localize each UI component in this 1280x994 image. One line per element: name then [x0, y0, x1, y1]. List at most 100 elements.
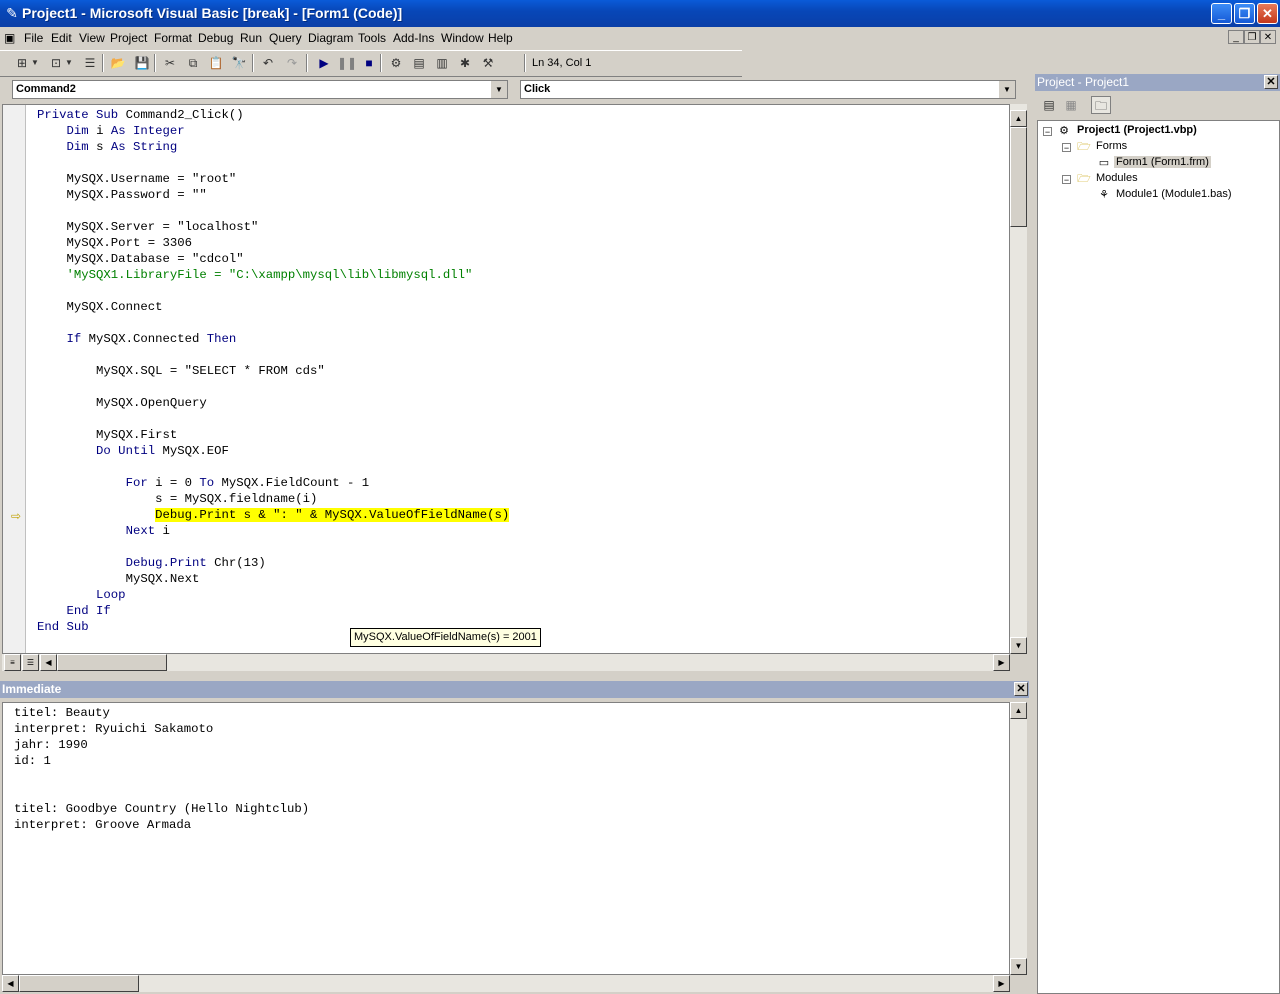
- margin-indicator-bar[interactable]: [3, 105, 26, 653]
- paste-icon[interactable]: 📋: [206, 54, 226, 72]
- find-icon[interactable]: 🔭: [229, 54, 249, 72]
- immediate-line: jahr: 1990: [14, 738, 88, 752]
- menu-edit[interactable]: Edit: [51, 31, 72, 45]
- vb-app-icon[interactable]: ✎: [4, 5, 20, 21]
- code-token: i: [96, 124, 111, 138]
- folder-icon: 🗁: [1077, 141, 1091, 153]
- code-vertical-scrollbar[interactable]: ▲ ▼: [1010, 104, 1027, 654]
- tree-modules-folder[interactable]: Modules: [1096, 172, 1138, 184]
- menu-editor-icon[interactable]: ☰: [80, 54, 100, 72]
- menu-format[interactable]: Format: [154, 31, 192, 45]
- immediate-line: titel: Beauty: [14, 706, 110, 720]
- scroll-up-button[interactable]: ▲: [1010, 110, 1027, 127]
- tree-forms-folder[interactable]: Forms: [1096, 140, 1127, 152]
- chevron-down-icon[interactable]: ▼: [64, 54, 74, 72]
- scroll-down-button[interactable]: ▼: [1010, 958, 1027, 975]
- menu-help[interactable]: Help: [488, 31, 513, 45]
- menu-debug[interactable]: Debug: [198, 31, 233, 45]
- cut-icon[interactable]: ✂: [160, 54, 180, 72]
- menu-tools[interactable]: Tools: [358, 31, 386, 45]
- scroll-right-button[interactable]: ▶: [993, 975, 1010, 992]
- immediate-output[interactable]: titel: Beauty interpret: Ryuichi Sakamoto…: [2, 702, 1010, 975]
- menu-window[interactable]: Window: [441, 31, 484, 45]
- object-browser-icon[interactable]: ✱: [455, 54, 475, 72]
- scroll-left-button[interactable]: ◀: [40, 654, 57, 671]
- code-editor[interactable]: ⇨ Private Sub Command2_Click() Dim i As …: [2, 104, 1010, 654]
- code-line: Debug.Print Chr(13): [37, 555, 266, 571]
- collapse-icon[interactable]: −: [1062, 175, 1071, 185]
- view-object-icon[interactable]: ▦: [1061, 96, 1081, 114]
- code-token: Dim: [66, 124, 97, 138]
- code-token: End If: [66, 604, 111, 618]
- form-icon[interactable]: ▣: [4, 31, 15, 45]
- start-icon[interactable]: ▶: [314, 54, 334, 72]
- chevron-down-icon[interactable]: ▼: [998, 81, 1015, 98]
- menu-run[interactable]: Run: [240, 31, 262, 45]
- redo-icon[interactable]: ↷: [282, 54, 302, 72]
- chevron-down-icon[interactable]: ▼: [490, 81, 507, 98]
- execution-point-arrow-icon: ⇨: [11, 509, 22, 523]
- scroll-left-button[interactable]: ◀: [2, 975, 19, 992]
- add-form-icon[interactable]: ⊡: [46, 54, 66, 72]
- chevron-down-icon[interactable]: ▼: [30, 54, 40, 72]
- scroll-thumb[interactable]: [19, 975, 139, 992]
- save-project-icon[interactable]: 💾: [132, 54, 152, 72]
- code-token: End Sub: [37, 620, 89, 634]
- collapse-icon[interactable]: −: [1043, 127, 1052, 137]
- immediate-line: interpret: Groove Armada: [14, 818, 192, 832]
- scroll-down-button[interactable]: ▼: [1010, 637, 1027, 654]
- data-tip: MySQX.ValueOfFieldName(s) = 2001: [350, 628, 541, 647]
- procedure-combo[interactable]: Click ▼: [520, 80, 1016, 99]
- toggle-folders-icon[interactable]: 🗀: [1091, 96, 1111, 114]
- code-token: MySQX.OpenQuery: [96, 396, 207, 410]
- code-line: MySQX.Server = "localhost": [37, 219, 259, 235]
- code-token: As Integer: [110, 124, 185, 138]
- project-tree[interactable]: − ⚙ Project1 (Project1.vbp) − 🗁 Forms ▭ …: [1037, 120, 1280, 994]
- immediate-horizontal-scrollbar[interactable]: ◀ ▶: [2, 975, 1010, 992]
- procedure-view-button[interactable]: ≡: [4, 654, 21, 671]
- open-project-icon[interactable]: 📂: [108, 54, 128, 72]
- code-line: s = MySQX.fieldname(i): [37, 491, 317, 507]
- form-layout-icon[interactable]: ▥: [432, 54, 452, 72]
- project-explorer-close-button[interactable]: ✕: [1264, 75, 1278, 89]
- undo-icon[interactable]: ↶: [258, 54, 278, 72]
- scroll-thumb[interactable]: [57, 654, 167, 671]
- toolbar-separator: [252, 54, 254, 72]
- copy-icon[interactable]: ⧉: [183, 54, 203, 72]
- toolbar-separator: [306, 54, 308, 72]
- menu-diagram[interactable]: Diagram: [308, 31, 353, 45]
- close-button[interactable]: ✕: [1257, 3, 1278, 24]
- maximize-button[interactable]: ❐: [1234, 3, 1255, 24]
- tree-module-item[interactable]: Module1 (Module1.bas): [1116, 188, 1232, 200]
- stop-icon[interactable]: ■: [359, 54, 379, 72]
- scroll-right-button[interactable]: ▶: [993, 654, 1010, 671]
- minimize-button[interactable]: _: [1211, 3, 1232, 24]
- scroll-thumb[interactable]: [1010, 127, 1027, 227]
- menu-project[interactable]: Project: [110, 31, 147, 45]
- mdi-minimize-button[interactable]: _: [1228, 30, 1244, 44]
- project-explorer-icon[interactable]: ⚙: [386, 54, 406, 72]
- menu-view[interactable]: View: [79, 31, 105, 45]
- tree-project-root[interactable]: Project1 (Project1.vbp): [1077, 124, 1197, 136]
- object-combo[interactable]: Command2 ▼: [12, 80, 508, 99]
- mdi-close-button[interactable]: ✕: [1260, 30, 1276, 44]
- code-horizontal-scrollbar[interactable]: ≡ ☰ ◀ ▶: [2, 654, 1010, 671]
- toolbar-separator: [154, 54, 156, 72]
- full-module-view-button[interactable]: ☰: [22, 654, 39, 671]
- menu-query[interactable]: Query: [269, 31, 302, 45]
- properties-window-icon[interactable]: ▤: [409, 54, 429, 72]
- tree-form-item[interactable]: Form1 (Form1.frm): [1114, 156, 1211, 168]
- break-icon[interactable]: ❚❚: [337, 54, 357, 72]
- view-code-icon[interactable]: ▤: [1039, 96, 1059, 114]
- cursor-position: Ln 34, Col 1: [532, 57, 592, 69]
- menu-file[interactable]: File: [24, 31, 43, 45]
- scroll-up-button[interactable]: ▲: [1010, 702, 1027, 719]
- code-token: i: [162, 524, 170, 538]
- mdi-restore-button[interactable]: ❐: [1244, 30, 1260, 44]
- toolbox-icon[interactable]: ⚒: [478, 54, 498, 72]
- immediate-vertical-scrollbar[interactable]: ▲ ▼: [1010, 702, 1027, 975]
- menu-addins[interactable]: Add-Ins: [393, 31, 434, 45]
- collapse-icon[interactable]: −: [1062, 143, 1071, 153]
- immediate-close-button[interactable]: ✕: [1014, 682, 1028, 696]
- add-project-icon[interactable]: ⊞: [12, 54, 32, 72]
